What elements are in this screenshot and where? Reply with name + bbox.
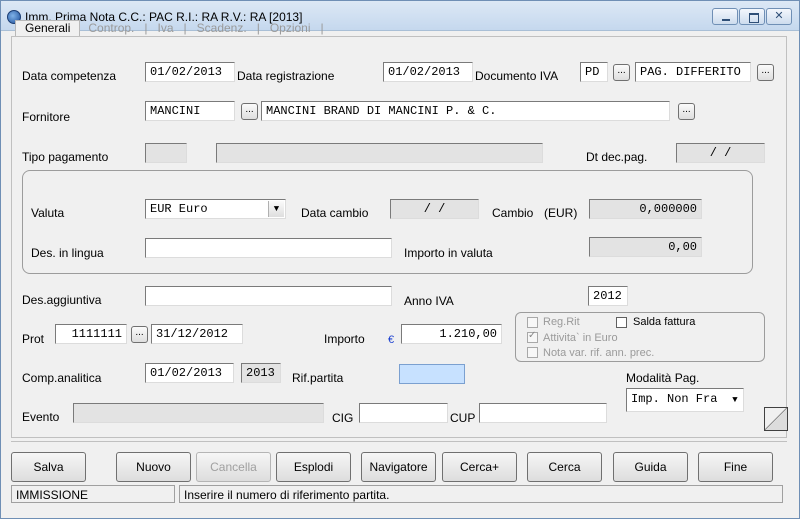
attivita-euro-checkbox: [527, 330, 538, 343]
prot-date-field[interactable]: 31/12/2012: [151, 324, 243, 344]
documento-iva-desc-field: PAG. DIFFERITO: [635, 62, 751, 82]
fornitore-name-button[interactable]: ...: [678, 103, 695, 120]
data-cambio-label: Data cambio: [301, 206, 369, 220]
prot-label: Prot: [22, 332, 45, 346]
tab-scadenz[interactable]: Scadenz.: [189, 20, 255, 36]
importo-field[interactable]: 1.210,00: [401, 324, 502, 344]
cambio-field: 0,000000: [589, 199, 702, 219]
maximize-icon[interactable]: [739, 8, 765, 25]
importo-valuta-field: 0,00: [589, 237, 702, 257]
salva-button[interactable]: Salva: [11, 452, 86, 482]
fornitore-lookup-button[interactable]: ...: [241, 103, 258, 120]
valuta-select[interactable]: EUR Euro ▼: [145, 199, 286, 219]
tab-separator: |: [320, 21, 324, 35]
valuta-group: [22, 170, 753, 274]
documento-iva-label: Documento IVA: [475, 69, 559, 83]
des-lingua-label: Des. in lingua: [31, 246, 104, 260]
cancella-button: Cancella: [196, 452, 271, 482]
data-cambio-field: / /: [390, 199, 479, 219]
tab-strip: Generali Controp. | Iva | Scadenz. | Opz…: [15, 20, 326, 36]
tipo-pagamento-desc-field: [216, 143, 543, 163]
status-bar: IMMISSIONE Inserire il numero di riferim…: [11, 485, 787, 504]
modalita-pag-select[interactable]: Imp. Non Fra ▼: [626, 388, 744, 412]
data-competenza-field[interactable]: 01/02/2013: [145, 62, 235, 82]
guida-button[interactable]: Guida: [613, 452, 688, 482]
importo-valuta-label: Importo in valuta: [404, 246, 493, 260]
fornitore-label: Fornitore: [22, 110, 71, 124]
modalita-pag-label: Modalità Pag.: [626, 371, 700, 385]
cambio-unit-label: (EUR): [544, 206, 578, 220]
fornitore-code-field[interactable]: MANCINI: [145, 101, 235, 121]
resize-corner-icon[interactable]: [764, 407, 788, 431]
fine-button[interactable]: Fine: [698, 452, 773, 482]
cig-field[interactable]: [359, 403, 448, 423]
salda-fattura-checkbox[interactable]: [616, 317, 627, 328]
rif-partita-field[interactable]: [399, 364, 465, 384]
des-aggiuntiva-label: Des.aggiuntiva: [22, 293, 102, 307]
evento-label: Evento: [22, 410, 60, 424]
valuta-label: Valuta: [31, 206, 65, 220]
attivita-euro-label: Attivita` in Euro: [543, 332, 618, 344]
form-panel: Data competenza 01/02/2013 Data registra…: [11, 36, 787, 438]
window-controls: ✕: [711, 8, 792, 25]
chevron-down-icon[interactable]: ▼: [268, 201, 284, 217]
tab-generali[interactable]: Generali: [15, 20, 81, 36]
documento-iva-lookup-button[interactable]: ...: [613, 64, 630, 81]
cig-label: CIG: [332, 411, 354, 425]
tab-separator: |: [144, 21, 148, 35]
tipo-pagamento-label: Tipo pagamento: [22, 150, 109, 164]
reg-rit-checkbox: [527, 317, 538, 328]
documento-iva-desc-button[interactable]: ...: [757, 64, 774, 81]
anno-iva-label: Anno IVA: [404, 294, 454, 308]
importo-label: Importo: [324, 332, 365, 346]
fornitore-name-field: MANCINI BRAND DI MANCINI P. & C.: [261, 101, 670, 121]
tab-iva[interactable]: Iva: [150, 20, 182, 36]
status-mode: IMMISSIONE: [11, 485, 175, 503]
prot-number-field[interactable]: 1111111: [55, 324, 127, 344]
comp-analitica-date-field[interactable]: 01/02/2013: [145, 363, 234, 383]
dt-dec-pag-label: Dt dec.pag.: [586, 150, 648, 164]
data-registrazione-field[interactable]: 01/02/2013: [383, 62, 473, 82]
status-message: Inserire il numero di riferimento partit…: [179, 485, 783, 503]
rif-partita-label: Rif.partita: [292, 371, 344, 385]
comp-analitica-year-field: 2013: [241, 363, 281, 383]
chevron-down-icon[interactable]: ▼: [728, 392, 742, 408]
cup-label: CUP: [450, 411, 476, 425]
euro-icon: €: [388, 334, 395, 346]
comp-analitica-label: Comp.analitica: [22, 371, 102, 385]
data-competenza-label: Data competenza: [22, 69, 117, 83]
tab-separator: |: [183, 21, 187, 35]
evento-field: [73, 403, 324, 423]
tab-controp[interactable]: Controp.: [80, 20, 142, 36]
navigatore-button[interactable]: Navigatore: [361, 452, 436, 482]
des-lingua-field[interactable]: [145, 238, 392, 258]
des-aggiuntiva-field[interactable]: [145, 286, 392, 306]
valuta-select-value: EUR Euro: [150, 202, 208, 216]
modalita-pag-value: Imp. Non Fra: [631, 392, 718, 406]
data-registrazione-label: Data registrazione: [237, 69, 335, 83]
nota-var-checkbox: [527, 347, 538, 358]
nota-var-label: Nota var. rif. ann. prec.: [543, 347, 655, 359]
salda-fattura-label: Salda fattura: [633, 316, 696, 328]
anno-iva-field[interactable]: 2012: [588, 286, 628, 306]
documento-iva-code-field[interactable]: PD: [580, 62, 608, 82]
cup-field[interactable]: [479, 403, 607, 423]
dt-dec-pag-field: / /: [676, 143, 765, 163]
reg-rit-label: Reg.Rit: [543, 316, 580, 328]
main-window: Imm. Prima Nota C.C.: PAC R.I.: RA R.V.:…: [0, 0, 800, 519]
button-bar: Salva Nuovo Cancella Esplodi Navigatore …: [11, 441, 787, 483]
close-icon[interactable]: ✕: [766, 8, 792, 25]
tipo-pagamento-code-field: [145, 143, 187, 163]
cerca-plus-button[interactable]: Cerca+: [442, 452, 517, 482]
minimize-icon[interactable]: [712, 8, 738, 25]
cerca-button[interactable]: Cerca: [527, 452, 602, 482]
cambio-label: Cambio: [492, 206, 534, 220]
prot-lookup-button[interactable]: ...: [131, 326, 148, 343]
esplodi-button[interactable]: Esplodi: [276, 452, 351, 482]
tab-separator: |: [256, 21, 260, 35]
nuovo-button[interactable]: Nuovo: [116, 452, 191, 482]
tab-opzioni[interactable]: Opzioni: [262, 20, 319, 36]
